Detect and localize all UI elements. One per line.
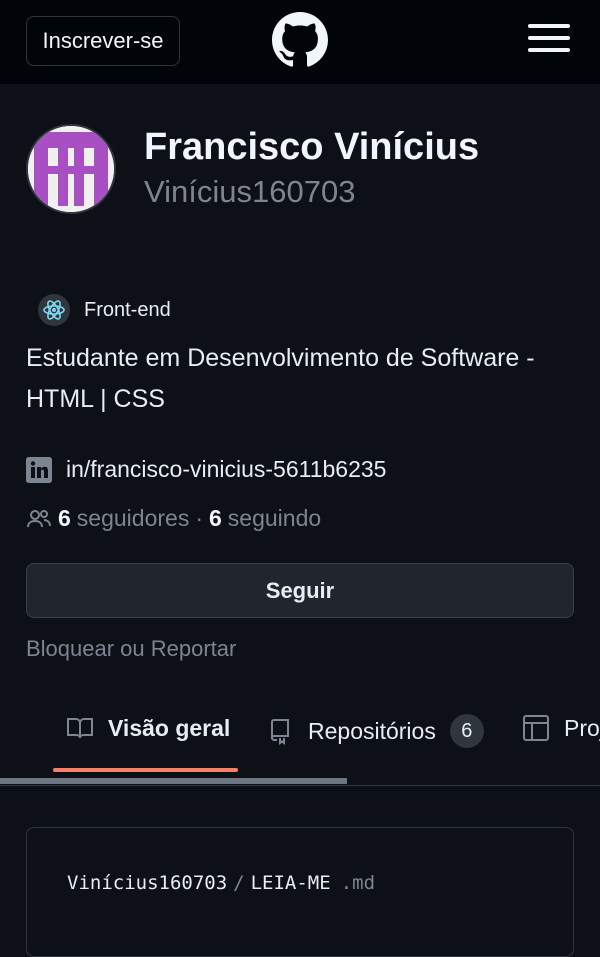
tab-projects-label: Projetos xyxy=(564,714,600,741)
profile-bio: Estudante em Desenvolvimento de Software… xyxy=(26,344,535,413)
selected-tab-underline xyxy=(53,768,238,772)
linkedin-icon xyxy=(26,456,52,483)
hamburger-menu-icon[interactable] xyxy=(528,24,570,56)
readme-file-name[interactable]: LEIA-ME xyxy=(251,872,331,894)
linkedin-link[interactable]: in/francisco-vinicius-5611b6235 xyxy=(66,456,386,483)
block-or-report-link[interactable]: Bloquear ou Reportar xyxy=(26,636,236,662)
tab-repositories-label: Repositórios xyxy=(308,717,436,744)
repo-icon xyxy=(266,717,294,745)
following-label[interactable]: seguindo xyxy=(228,505,321,532)
status-text: Front-end xyxy=(84,298,171,321)
table-icon xyxy=(522,714,550,742)
repositories-counter: 6 xyxy=(449,714,484,748)
tabs-scrollbar[interactable] xyxy=(0,778,347,784)
linkedin-link-row[interactable]: in/francisco-vinicius-5611b6235 xyxy=(26,456,386,483)
tab-repositories[interactable]: Repositórios 6 xyxy=(266,714,484,748)
readme-separator: / xyxy=(233,872,245,894)
readme-card: Vinícius160703 / LEIA-ME .md xyxy=(26,827,574,957)
readme-file-ext: .md xyxy=(340,872,376,894)
readme-title: Vinícius160703 / LEIA-ME .md xyxy=(67,872,375,894)
followers-row: 6 seguidores · 6 seguindo xyxy=(26,505,321,532)
signup-button[interactable]: Inscrever-se xyxy=(26,16,180,66)
user-status[interactable]: Front-end xyxy=(38,294,171,326)
profile-tabs: Visão geral Repositórios 6 Projetos xyxy=(0,700,600,786)
people-icon xyxy=(26,506,52,532)
tabs-divider xyxy=(0,785,600,786)
profile-full-name: Francisco Vinícius xyxy=(144,126,480,168)
profile-username: Vinícius160703 xyxy=(144,174,356,209)
avatar[interactable] xyxy=(26,124,116,214)
tab-projects[interactable]: Projetos xyxy=(522,714,600,742)
followers-separator: · xyxy=(195,505,203,531)
github-octocat-icon[interactable] xyxy=(272,12,328,68)
followers-label[interactable]: seguidores xyxy=(77,505,190,532)
tab-overview-label: Visão geral xyxy=(108,714,231,741)
tab-overview[interactable]: Visão geral xyxy=(66,714,230,742)
following-count[interactable]: 6 xyxy=(209,505,222,532)
top-header: Inscrever-se xyxy=(0,0,600,84)
atom-emoji-icon xyxy=(38,294,70,326)
follow-button[interactable]: Seguir xyxy=(26,563,574,618)
followers-count[interactable]: 6 xyxy=(58,505,71,532)
readme-owner-link[interactable]: Vinícius160703 xyxy=(67,872,227,894)
book-icon xyxy=(66,714,94,742)
